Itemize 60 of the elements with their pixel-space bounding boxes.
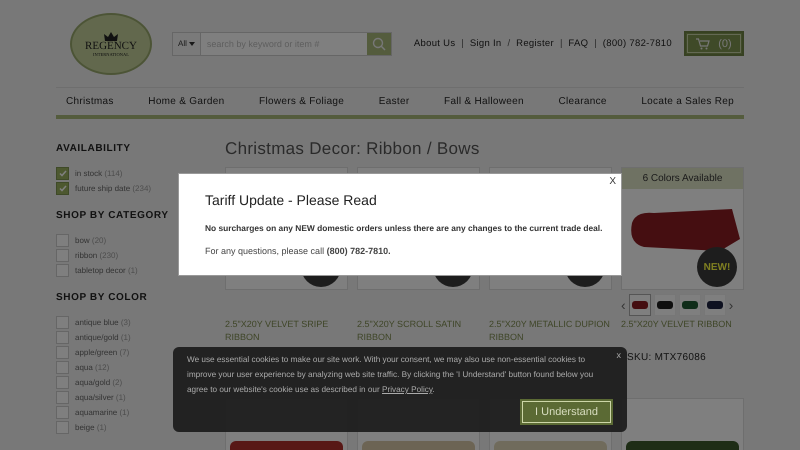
nav-item[interactable]: Flowers & Foliage	[259, 96, 344, 107]
checkbox[interactable]	[56, 406, 69, 419]
previous-arrow[interactable]: ‹	[621, 298, 626, 312]
checkbox[interactable]	[56, 361, 69, 374]
filter-heading: SHOP BY COLOR	[56, 292, 148, 303]
caret-icon	[188, 42, 195, 46]
close-button[interactable]: x	[616, 350, 621, 360]
separator: |	[558, 38, 564, 49]
product-name[interactable]: 2.5"X20Y SCROLL SATIN RIBBON	[357, 318, 480, 346]
checkbox[interactable]	[56, 182, 69, 195]
checkbox[interactable]	[56, 167, 69, 180]
crown-icon	[103, 30, 119, 40]
nav-item[interactable]: Home & Garden	[148, 96, 224, 107]
nav-item[interactable]: Locate a Sales Rep	[641, 96, 734, 107]
checkbox[interactable]	[56, 346, 69, 359]
checkbox[interactable]	[56, 316, 69, 329]
filter-heading: SHOP BY CATEGORY	[56, 210, 170, 221]
checkbox[interactable]	[56, 249, 69, 262]
product-sku: SKU: MTX76086	[626, 352, 707, 363]
colors-available-label: 6 Colors Available	[622, 168, 743, 189]
ribbon-thumbnail[interactable]	[628, 294, 651, 316]
understand-button[interactable]: I Understand	[522, 401, 611, 423]
nav-item[interactable]: Christmas	[66, 96, 114, 107]
nav-item[interactable]: Clearance	[558, 96, 607, 107]
scope-dropdown[interactable]: All	[173, 32, 201, 54]
dialog-message: No surcharges on any NEW domestic orders unless there are any changes to the current trade deal.	[205, 222, 602, 234]
dialog-contact: For any questions, please call (800) 782-7810.	[205, 246, 392, 256]
nav-item[interactable]: Fall & Halloween	[444, 96, 524, 107]
dialog-title: Tariff Update - Please Read	[205, 192, 378, 208]
checkbox[interactable]	[56, 376, 69, 389]
product-name[interactable]: 2.5"X20Y VELVET RIBBON	[621, 318, 744, 346]
separator: /	[506, 38, 512, 49]
checkbox[interactable]	[56, 234, 69, 247]
product-card[interactable]	[621, 398, 744, 450]
product-card[interactable]: 6 Colors Available NEW!	[621, 167, 744, 290]
privacy-policy-link[interactable]: Privacy Policy	[382, 385, 432, 394]
filter-heading: AVAILABILITY	[56, 143, 132, 154]
separator: |	[593, 38, 598, 49]
close-button[interactable]: X	[607, 176, 618, 187]
cookie-message: We use essential cookies to make our site work. With your consent, we may also use non-essential cookies to improve your user experience by analyzing web site traffic. By clicking the 'I Understand' button found below you agree to our website's cookie use as described in our Privacy Policy.	[187, 354, 594, 396]
product-name[interactable]: 2.5"X20Y METALLIC DUPION RIBBON	[489, 318, 612, 346]
header-link[interactable]: Register	[516, 38, 554, 49]
search-button[interactable]	[366, 32, 391, 54]
checkbox[interactable]	[56, 391, 69, 404]
nav-item[interactable]: Easter	[378, 96, 410, 107]
cart-icon	[696, 38, 710, 50]
product-name[interactable]: 2.5"X20Y VELVET SRIPE RIBBON	[225, 318, 348, 346]
header-link[interactable]: (800) 782-7810	[602, 38, 672, 49]
header-link[interactable]: About Us	[414, 38, 456, 49]
page-title: Christmas Decor: Ribbon / Bows	[225, 139, 481, 159]
checkbox[interactable]	[56, 264, 69, 277]
checkbox[interactable]	[56, 331, 69, 344]
checkbox[interactable]	[56, 421, 69, 434]
next-arrow[interactable]: ›	[728, 298, 734, 312]
new-badge: NEW!	[697, 247, 737, 287]
header-link[interactable]: FAQ	[568, 38, 588, 49]
header-link[interactable]: Sign In	[470, 38, 502, 49]
separator: |	[460, 38, 465, 49]
cart-button[interactable]: (0)	[684, 31, 744, 56]
search-icon	[372, 36, 386, 50]
